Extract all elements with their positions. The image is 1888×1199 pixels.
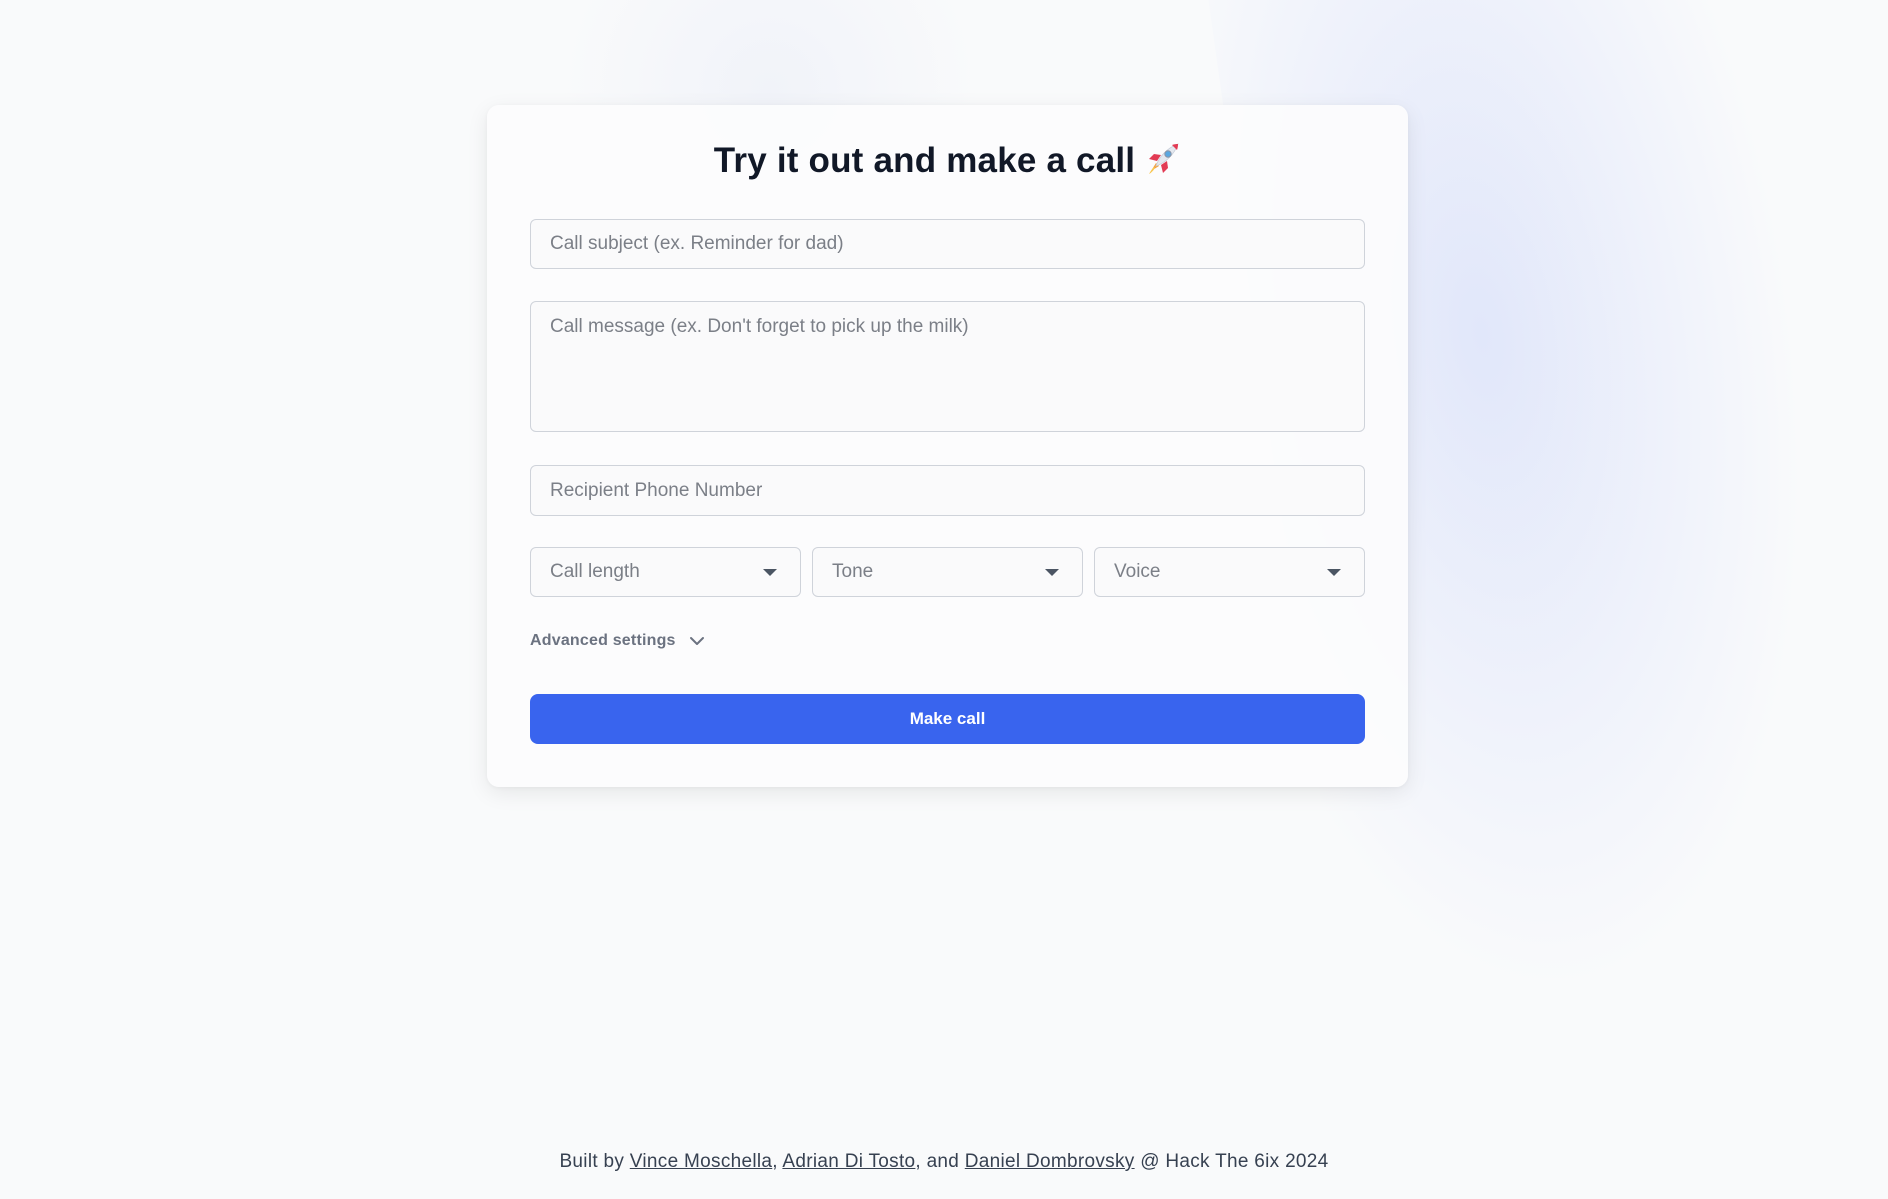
tone-select[interactable]: Tone [812,547,1083,597]
caret-down-icon [763,568,777,576]
rocket-icon [1149,143,1179,174]
call-message-textarea[interactable] [530,301,1365,432]
caret-down-icon [1327,568,1341,576]
call-length-select[interactable]: Call length [530,547,801,597]
author-link-vince[interactable]: Vince Moschella [630,1151,773,1172]
form-title: Try it out and make a call [487,139,1408,183]
footer-separator: , and [915,1151,960,1172]
voice-label: Voice [1114,561,1161,582]
author-link-adrian[interactable]: Adrian Di Tosto [782,1151,915,1172]
call-form-card: Try it out and make a call Call length T… [487,105,1408,787]
footer-suffix: @ Hack The 6ix 2024 [1140,1151,1329,1172]
make-call-button[interactable]: Make call [530,694,1365,744]
form-title-text: Try it out and make a call [713,141,1136,180]
footer-prefix: Built by [559,1151,625,1172]
caret-down-icon [1045,568,1059,576]
author-link-daniel[interactable]: Daniel Dombrovsky [965,1151,1135,1172]
footer-credits: Built by Vince Moschella, Adrian Di Tost… [0,1151,1888,1173]
advanced-settings-toggle[interactable]: Advanced settings [530,632,706,650]
call-subject-input[interactable] [530,219,1365,269]
tone-label: Tone [832,561,874,582]
footer-separator: , [772,1151,778,1172]
advanced-settings-label: Advanced settings [530,632,676,649]
call-length-label: Call length [550,561,640,582]
chevron-down-icon [689,637,704,645]
recipient-phone-input[interactable] [530,465,1365,516]
voice-select[interactable]: Voice [1094,547,1365,597]
